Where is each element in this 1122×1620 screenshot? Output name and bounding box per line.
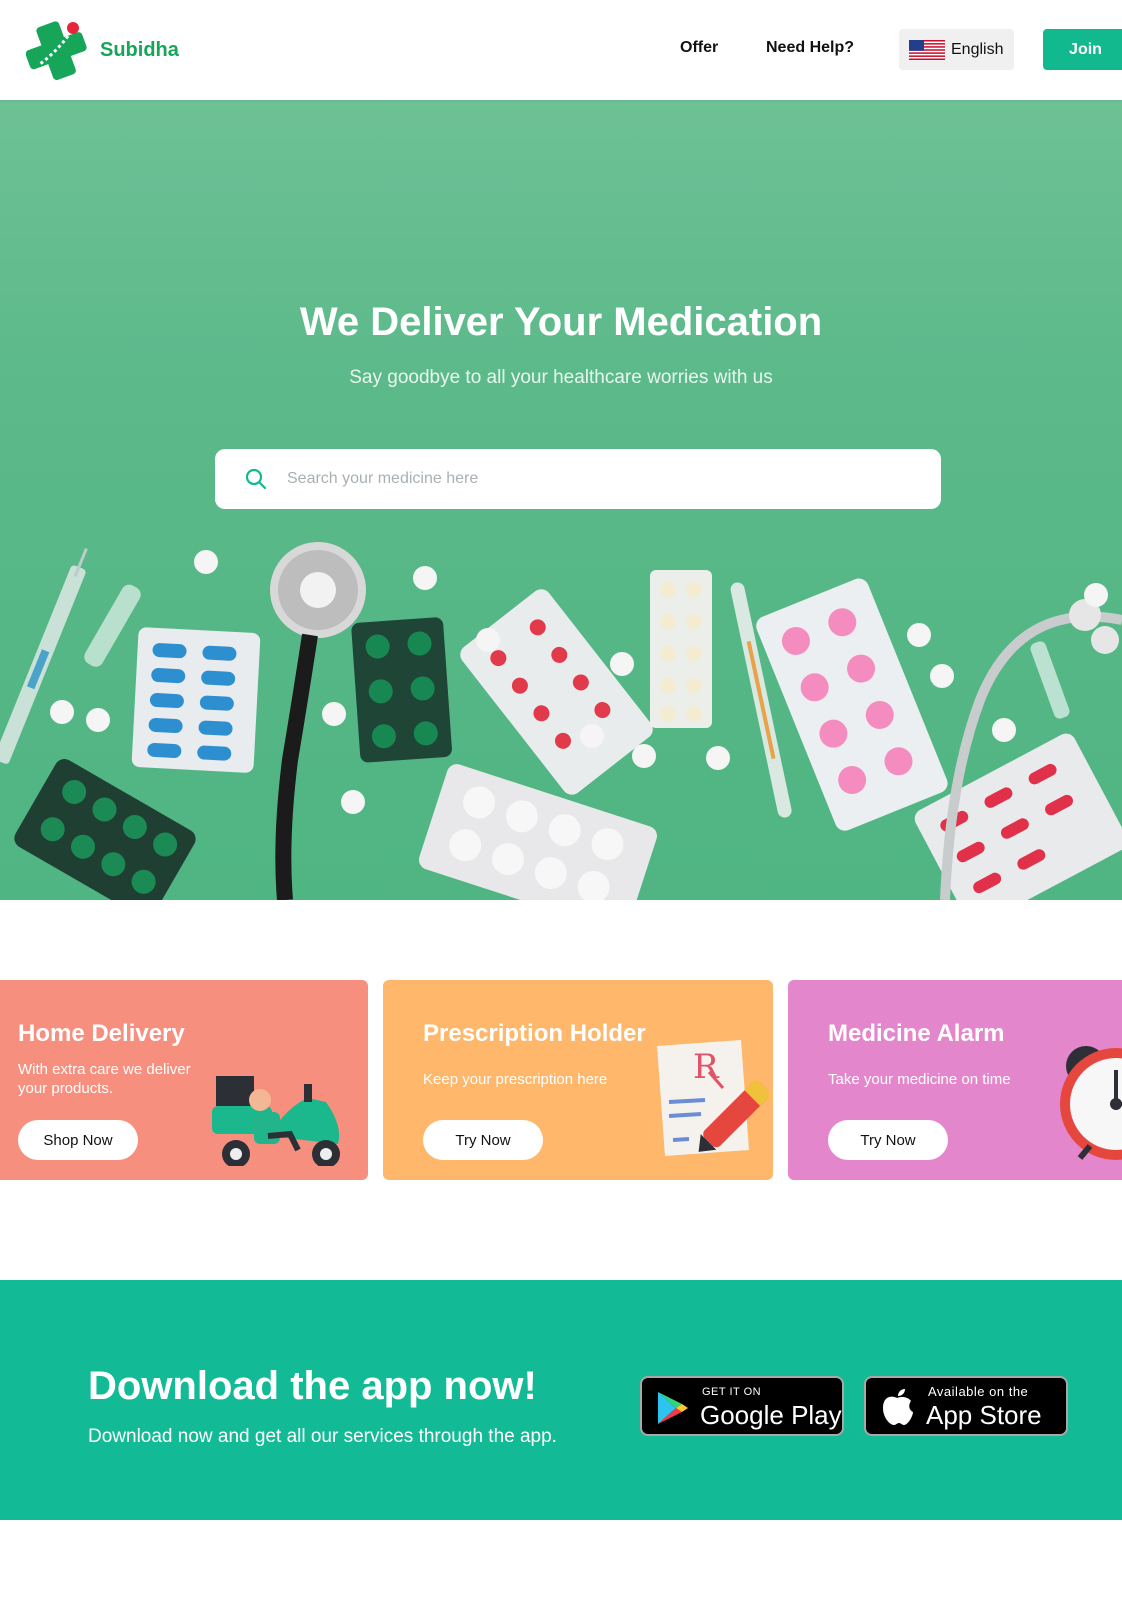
try-now-button[interactable]: Try Now <box>423 1120 543 1160</box>
apple-icon <box>883 1389 913 1425</box>
google-play-icon <box>658 1392 688 1424</box>
card-description: Keep your prescription here <box>423 1071 608 1088</box>
search-bar[interactable] <box>215 449 941 509</box>
hero-title: We Deliver Your Medication <box>299 300 823 344</box>
search-input[interactable] <box>287 470 887 488</box>
card-medicine-alarm: Medicine Alarm Take your medicine on tim… <box>788 980 1122 1180</box>
card-home-delivery: Home Delivery With extra care we deliver… <box>0 980 368 1180</box>
hero-subtitle: Say goodbye to all your healthcare worri… <box>349 367 773 388</box>
hero-section: We Deliver Your Medication Say goodbye t… <box>0 100 1122 900</box>
download-app-section: Download the app now! Download now and g… <box>0 1280 1122 1520</box>
app-store-button[interactable]: Available on the App Store <box>864 1376 1068 1436</box>
try-now-button[interactable]: Try Now <box>828 1120 948 1160</box>
app-store-small-label: Available on the <box>928 1384 1029 1399</box>
card-title: Prescription Holder <box>423 1020 646 1047</box>
card-title: Medicine Alarm <box>828 1020 1005 1047</box>
join-button[interactable]: Join <box>1043 29 1122 70</box>
logo[interactable]: Subidha <box>26 18 179 82</box>
us-flag-icon <box>909 39 945 60</box>
alarm-clock-illustration <box>1060 1046 1122 1160</box>
language-label: English <box>951 40 1004 58</box>
nav-offer-link[interactable]: Offer <box>680 39 718 57</box>
site-header: Subidha Offer Need Help? English Join <box>0 0 1122 100</box>
nav-help-link[interactable]: Need Help? <box>766 39 854 57</box>
download-title: Download the app now! <box>88 1364 537 1408</box>
subidha-logo-icon <box>26 21 87 80</box>
brand-name: Subidha <box>100 38 179 61</box>
app-store-label: App Store <box>926 1400 1042 1430</box>
card-description: Take your medicine on time <box>828 1071 1011 1088</box>
google-play-button[interactable]: GET IT ON Google Play <box>640 1376 844 1436</box>
shop-now-button[interactable]: Shop Now <box>18 1120 138 1160</box>
card-title: Home Delivery <box>18 1020 185 1047</box>
medicine-pills-illustration <box>0 542 1122 900</box>
prescription-illustration: R <box>657 1040 769 1156</box>
language-selector[interactable]: English <box>899 29 1014 70</box>
search-icon <box>245 468 267 490</box>
download-subtitle: Download now and get all our services th… <box>88 1426 557 1447</box>
scooter-delivery-illustration <box>212 1076 340 1166</box>
card-prescription-holder: Prescription Holder Keep your prescripti… <box>383 980 773 1180</box>
google-play-small-label: GET IT ON <box>702 1386 762 1398</box>
google-play-label: Google Play <box>700 1400 842 1430</box>
card-description: With extra care we deliver your products… <box>18 1061 191 1097</box>
